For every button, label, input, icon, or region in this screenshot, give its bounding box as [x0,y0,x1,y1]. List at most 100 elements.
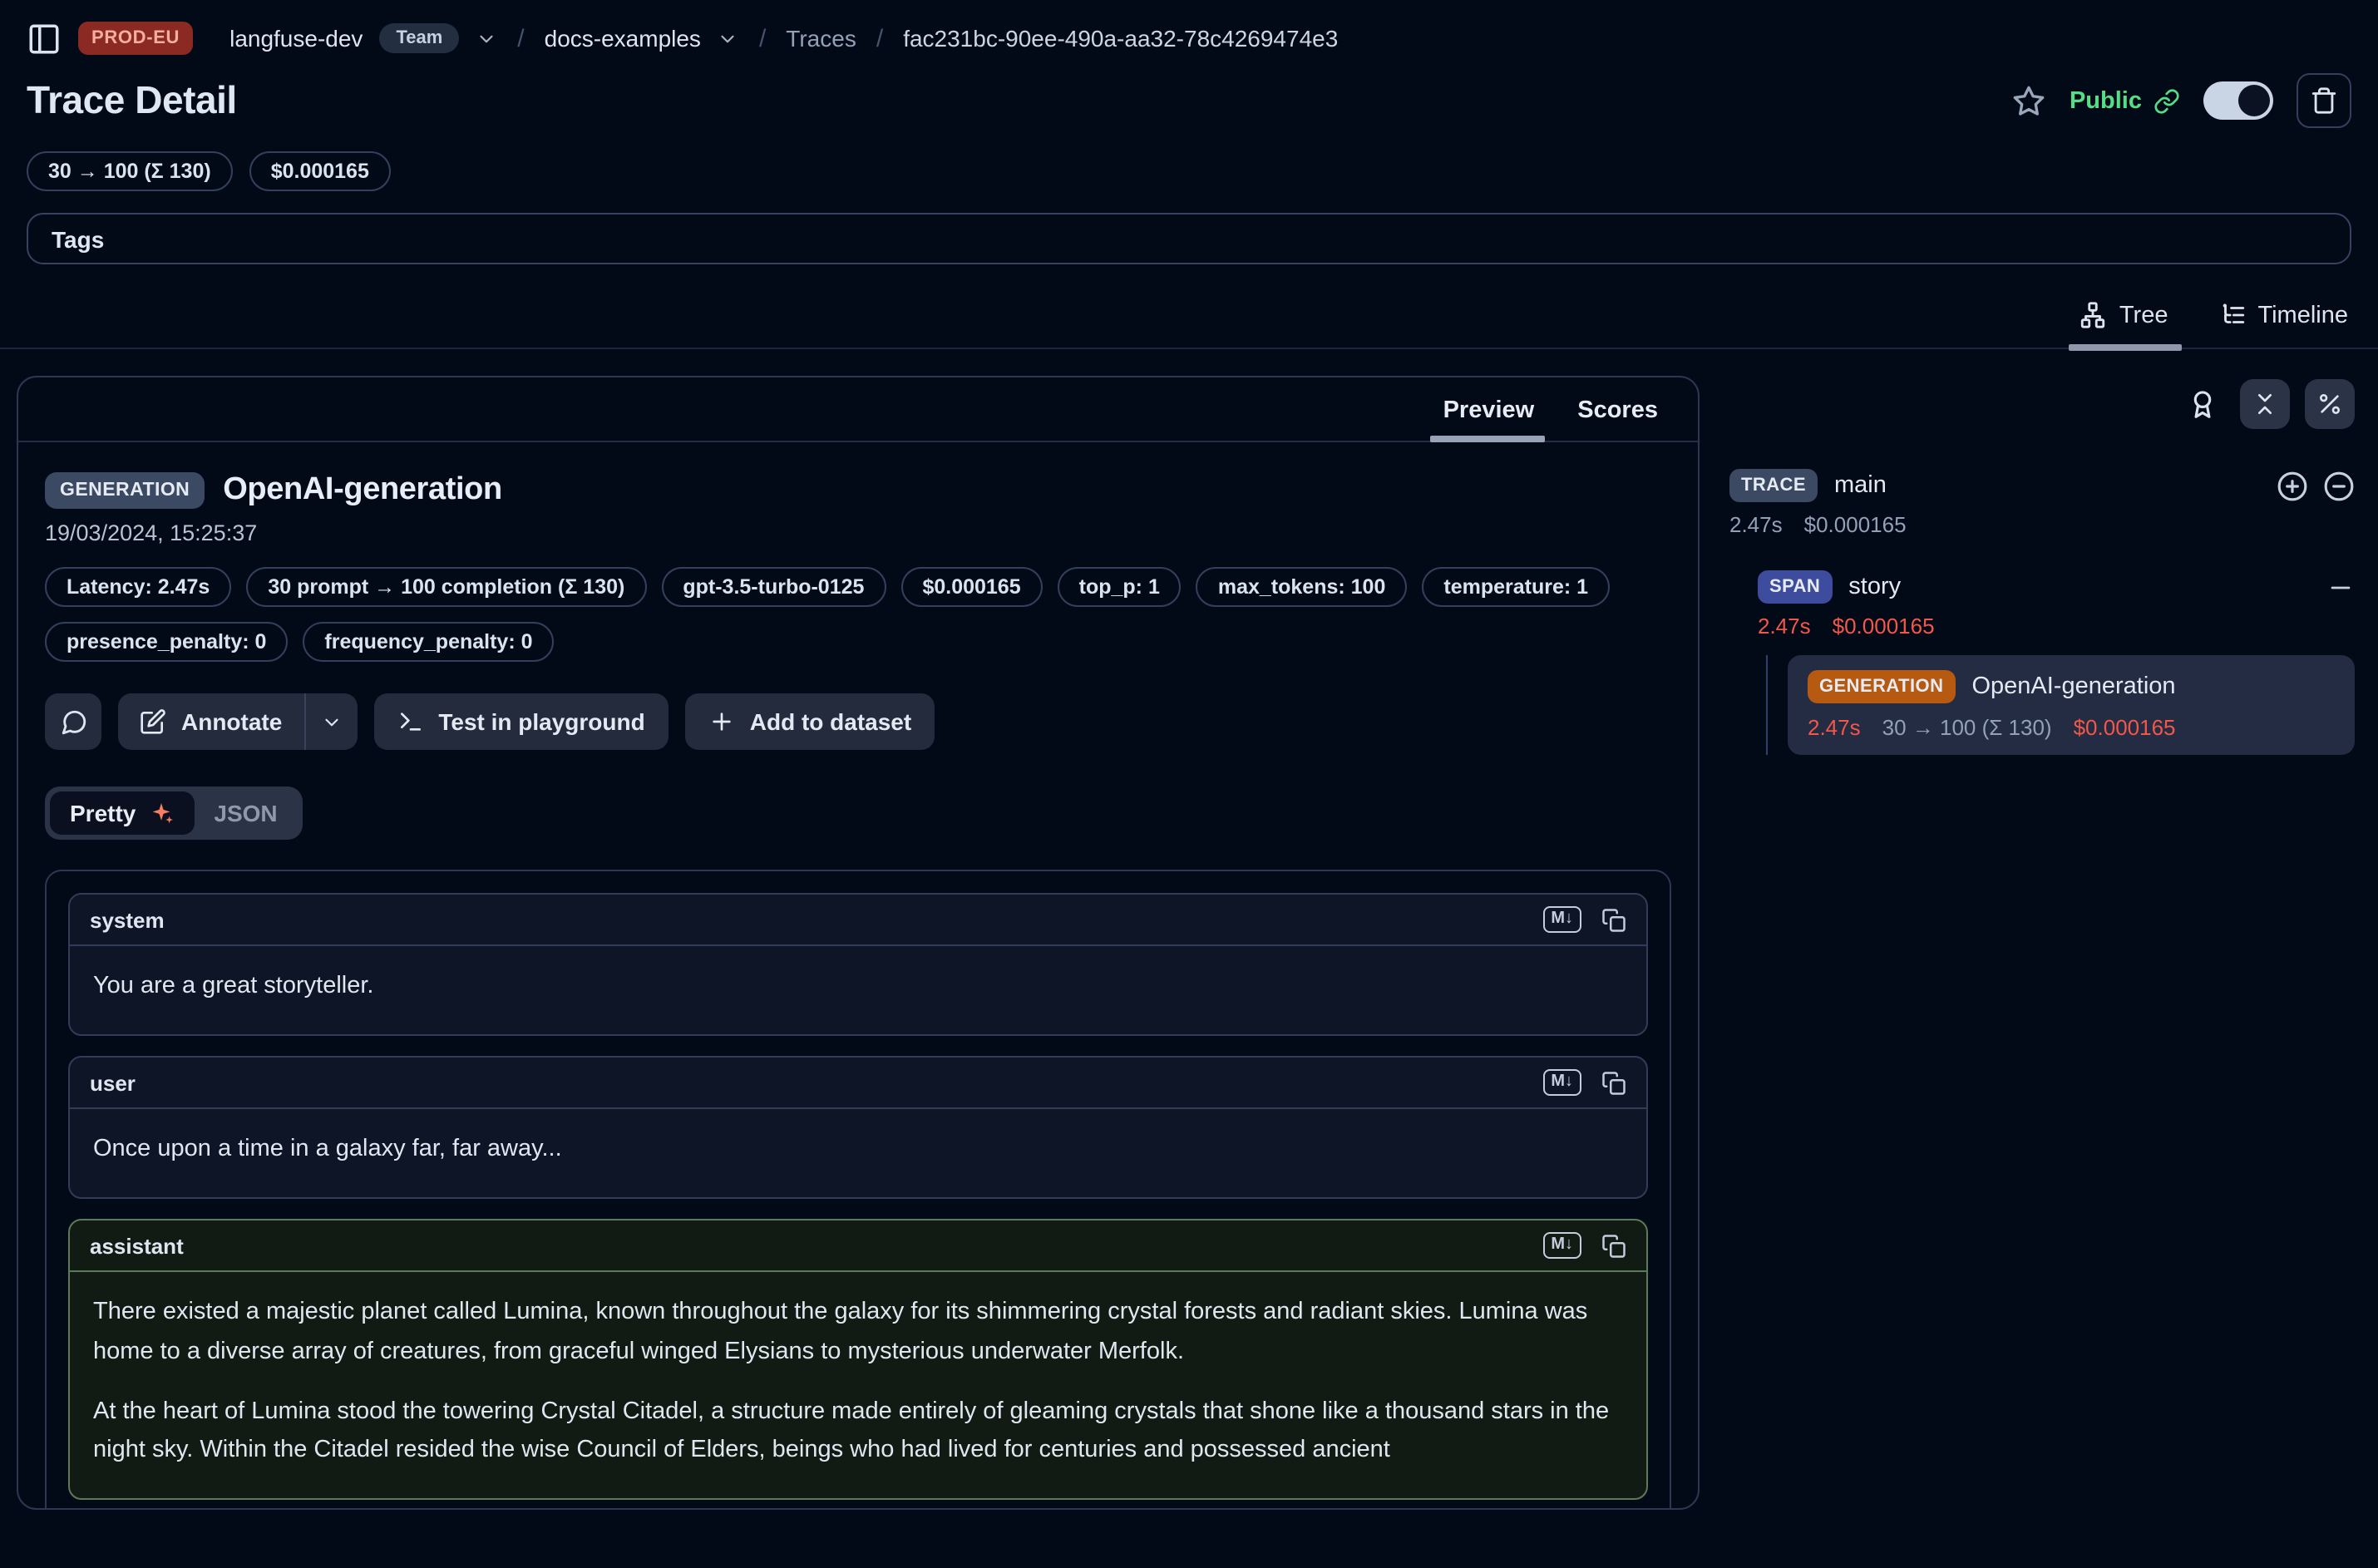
favorite-star-button[interactable] [2013,84,2046,117]
message-system: system M↓ You are a great storytelle [68,893,1648,1036]
metrics-toggle-button[interactable] [2305,379,2355,429]
message-content: There existed a majestic planet called L… [70,1273,1646,1499]
tab-timeline[interactable]: Timeline [2218,301,2348,329]
tree-node-trace[interactable]: TRACE main [1729,469,2355,502]
model-badge[interactable]: gpt-3.5-turbo-0125 [661,567,886,607]
tab-scores[interactable]: Scores [1577,397,1658,424]
message-tools: M↓ [1542,906,1626,933]
trash-icon [2310,86,2338,115]
terminal-icon [397,708,423,735]
annotation-queue-button[interactable] [2187,388,2218,420]
annotate-dropdown-button[interactable] [305,693,357,750]
tree-span-block: SPAN story 2.47s $ [1758,570,2355,755]
observation-title: OpenAI-generation [223,472,502,509]
chevron-down-icon [320,711,342,732]
content-area: Preview Scores GENERATION OpenAI-generat… [0,349,2378,1510]
message-tools: M↓ [1542,1069,1626,1096]
message-header: assistant M↓ [70,1221,1646,1273]
message-content: Once upon a time in a galaxy far, far aw… [70,1109,1646,1197]
panel-body: GENERATION OpenAI-generation 19/03/2024,… [18,442,1698,1510]
percent-icon [2316,391,2343,417]
generation-node-metrics: 2.47s 30 → 100 (Σ 130) $0.000165 [1808,715,2335,740]
max-tokens-badge: max_tokens: 100 [1196,567,1408,607]
breadcrumb-project[interactable]: docs-examples [545,25,701,52]
plus-icon [708,708,735,735]
collapse-all-button[interactable] [2240,379,2290,429]
tags-label: Tags [52,225,104,252]
markdown-toggle-button[interactable]: M↓ [1542,1069,1581,1096]
generation-latency: 2.47s [1808,715,1861,740]
span-node-name: story [1848,574,1901,600]
message-assistant: assistant M↓ There ex [68,1220,1648,1501]
title-actions: Public [2013,73,2351,128]
tab-tree[interactable]: Tree [2080,301,2168,329]
public-link-label: Public [2070,87,2142,114]
public-toggle[interactable] [2203,81,2273,120]
public-share-link[interactable]: Public [2070,87,2180,114]
tags-section[interactable]: Tags [27,213,2351,264]
copy-icon [1601,1234,1626,1259]
observation-badges: Latency: 2.47s 30 prompt → 100 completio… [45,567,1671,662]
pen-square-icon [140,708,166,735]
org-switcher-chevron-icon[interactable] [476,27,497,49]
breadcrumb-separator: / [514,24,527,52]
markdown-toggle-button[interactable]: M↓ [1542,906,1581,933]
message-content: You are a great storyteller. [70,946,1646,1034]
tree-node-span[interactable]: SPAN story [1758,570,2355,604]
span-node-metrics: 2.47s $0.000165 [1758,614,2355,639]
environment-badge[interactable]: PROD-EU [78,22,193,55]
tab-timeline-label: Timeline [2257,302,2348,328]
cost-badge: $0.000165 [249,151,391,191]
trace-node-metrics: 2.47s $0.000165 [1729,512,2355,537]
timeline-icon [2218,301,2246,329]
trace-detail-page: PROD-EU langfuse-dev Team / docs-example… [0,0,2378,1568]
collapse-all-nodes-button[interactable] [2323,470,2355,501]
message-paragraph: There existed a majestic planet called L… [93,1294,1623,1372]
tab-preview[interactable]: Preview [1443,397,1535,424]
trace-tree-panel: TRACE main [1729,376,2355,755]
trace-cost: $0.000165 [1804,512,1907,537]
copy-button[interactable] [1601,907,1626,932]
format-json-button[interactable]: JSON [194,791,297,835]
page-title: Trace Detail [27,78,237,123]
copy-icon [1601,1070,1626,1095]
delete-trace-button[interactable] [2297,73,2351,128]
latency-badge: Latency: 2.47s [45,567,231,607]
expand-all-button[interactable] [2277,470,2308,501]
format-pretty-label: Pretty [70,800,136,826]
copy-icon [1601,907,1626,932]
collapse-node-button[interactable] [2326,573,2355,601]
generation-cost: $0.000165 [2074,715,2176,740]
comment-button[interactable] [45,693,101,750]
copy-button[interactable] [1601,1070,1626,1095]
breadcrumb-organization[interactable]: langfuse-dev [229,25,363,52]
span-type-badge: SPAN [1758,570,1832,604]
breadcrumb: PROD-EU langfuse-dev Team / docs-example… [0,0,2378,57]
format-pretty-button[interactable]: Pretty [50,791,194,835]
copy-button[interactable] [1601,1234,1626,1259]
message-tools: M↓ [1542,1233,1626,1260]
breadcrumb-traces-link[interactable]: Traces [786,25,856,52]
presence-penalty-badge: presence_penalty: 0 [45,622,288,662]
project-switcher-chevron-icon[interactable] [718,27,739,49]
frequency-penalty-badge: frequency_penalty: 0 [303,622,554,662]
view-tabs: Tree Timeline [0,264,2378,349]
trace-type-badge: TRACE [1729,469,1818,502]
markdown-toggle-button[interactable]: M↓ [1542,1233,1581,1260]
test-in-playground-button[interactable]: Test in playground [373,693,668,750]
message-header: system M↓ [70,895,1646,946]
message-paragraph: At the heart of Lumina stood the towerin… [93,1393,1623,1471]
sidebar-toggle-button[interactable] [27,21,62,56]
generation-type-badge: GENERATION [1808,670,1955,703]
comment-icon [59,708,87,736]
observation-timestamp: 19/03/2024, 15:25:37 [45,520,1671,545]
temperature-badge: temperature: 1 [1422,567,1610,607]
add-to-dataset-button[interactable]: Add to dataset [685,693,935,750]
tree-node-generation-selected[interactable]: GENERATION OpenAI-generation 2.47s 30 → … [1788,655,2355,755]
test-in-playground-label: Test in playground [438,708,644,735]
messages-container: system M↓ You are a great storytelle [45,870,1671,1510]
trace-summary-badges: 30 → 100 (Σ 130) $0.000165 [0,128,2378,191]
add-to-dataset-label: Add to dataset [750,708,911,735]
minus-circle-icon [2323,470,2355,501]
annotate-button[interactable]: Annotate [118,693,303,750]
